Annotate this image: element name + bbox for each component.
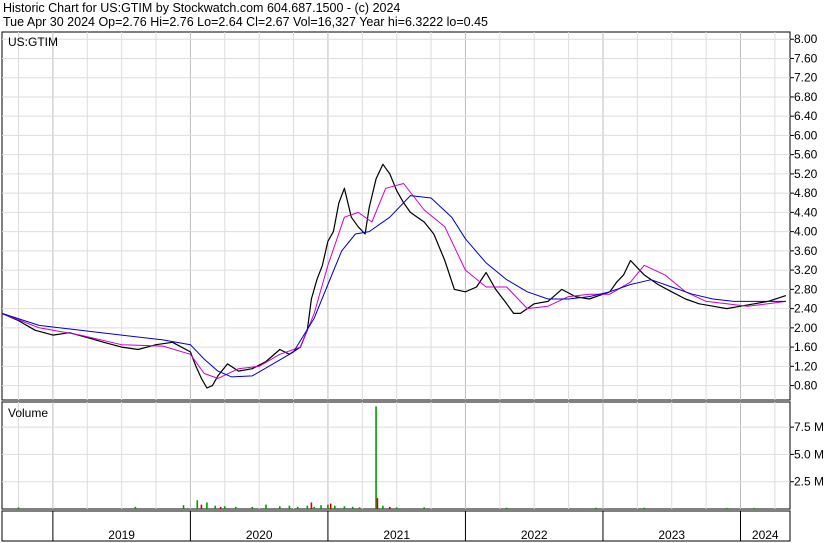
x-axis-year-label: 2019 bbox=[108, 528, 135, 542]
x-axis-year-label: 2023 bbox=[658, 528, 685, 542]
x-axis-year-label: 2022 bbox=[521, 528, 548, 542]
price-y-tick-label: 5.20 bbox=[794, 167, 818, 181]
price-y-tick-label: 6.40 bbox=[794, 109, 818, 123]
volume-y-tick-label: 7.5 M bbox=[794, 420, 824, 434]
price-y-tick-label: 2.40 bbox=[794, 302, 818, 316]
price-y-tick-label: 7.20 bbox=[794, 71, 818, 85]
price-y-tick-label: 4.00 bbox=[794, 225, 818, 239]
price-line bbox=[1, 163, 787, 389]
price-y-tick-label: 7.60 bbox=[794, 51, 818, 65]
stock-chart: 8.00 7.60 7.20 6.80 6.40 6.00 5.60 5.20 4.80 4.40… bbox=[1, 31, 824, 542]
price-y-tick-label: 2.80 bbox=[794, 282, 818, 296]
price-y-tick-label: 3.20 bbox=[794, 263, 818, 277]
price-y-tick-label: 5.60 bbox=[794, 148, 818, 162]
moving-average-long-line bbox=[1, 195, 786, 378]
volume-panel-title: Volume bbox=[8, 406, 49, 420]
price-y-tick-label: 3.60 bbox=[794, 244, 818, 258]
price-y-tick-label: 4.40 bbox=[794, 205, 818, 219]
price-y-tick-label: 4.80 bbox=[794, 186, 818, 200]
price-y-tick-label: 6.80 bbox=[794, 90, 818, 104]
price-y-tick-label: 1.20 bbox=[794, 359, 818, 373]
price-y-tick-label: 6.00 bbox=[794, 128, 818, 142]
volume-y-tick-label: 5.0 M bbox=[794, 447, 824, 461]
price-y-tick-label: 1.60 bbox=[794, 340, 818, 354]
x-axis-year-label: 2021 bbox=[383, 528, 410, 542]
price-y-tick-label: 0.80 bbox=[794, 379, 818, 393]
price-y-tick-label: 2.00 bbox=[794, 321, 818, 335]
price-y-tick-label: 8.00 bbox=[794, 32, 818, 46]
x-axis-year-label: 2024 bbox=[752, 528, 779, 542]
x-axis-year-label: 2020 bbox=[246, 528, 273, 542]
volume-y-tick-label: 2.5 M bbox=[794, 475, 824, 489]
price-panel-symbol: US:GTIM bbox=[8, 35, 58, 49]
